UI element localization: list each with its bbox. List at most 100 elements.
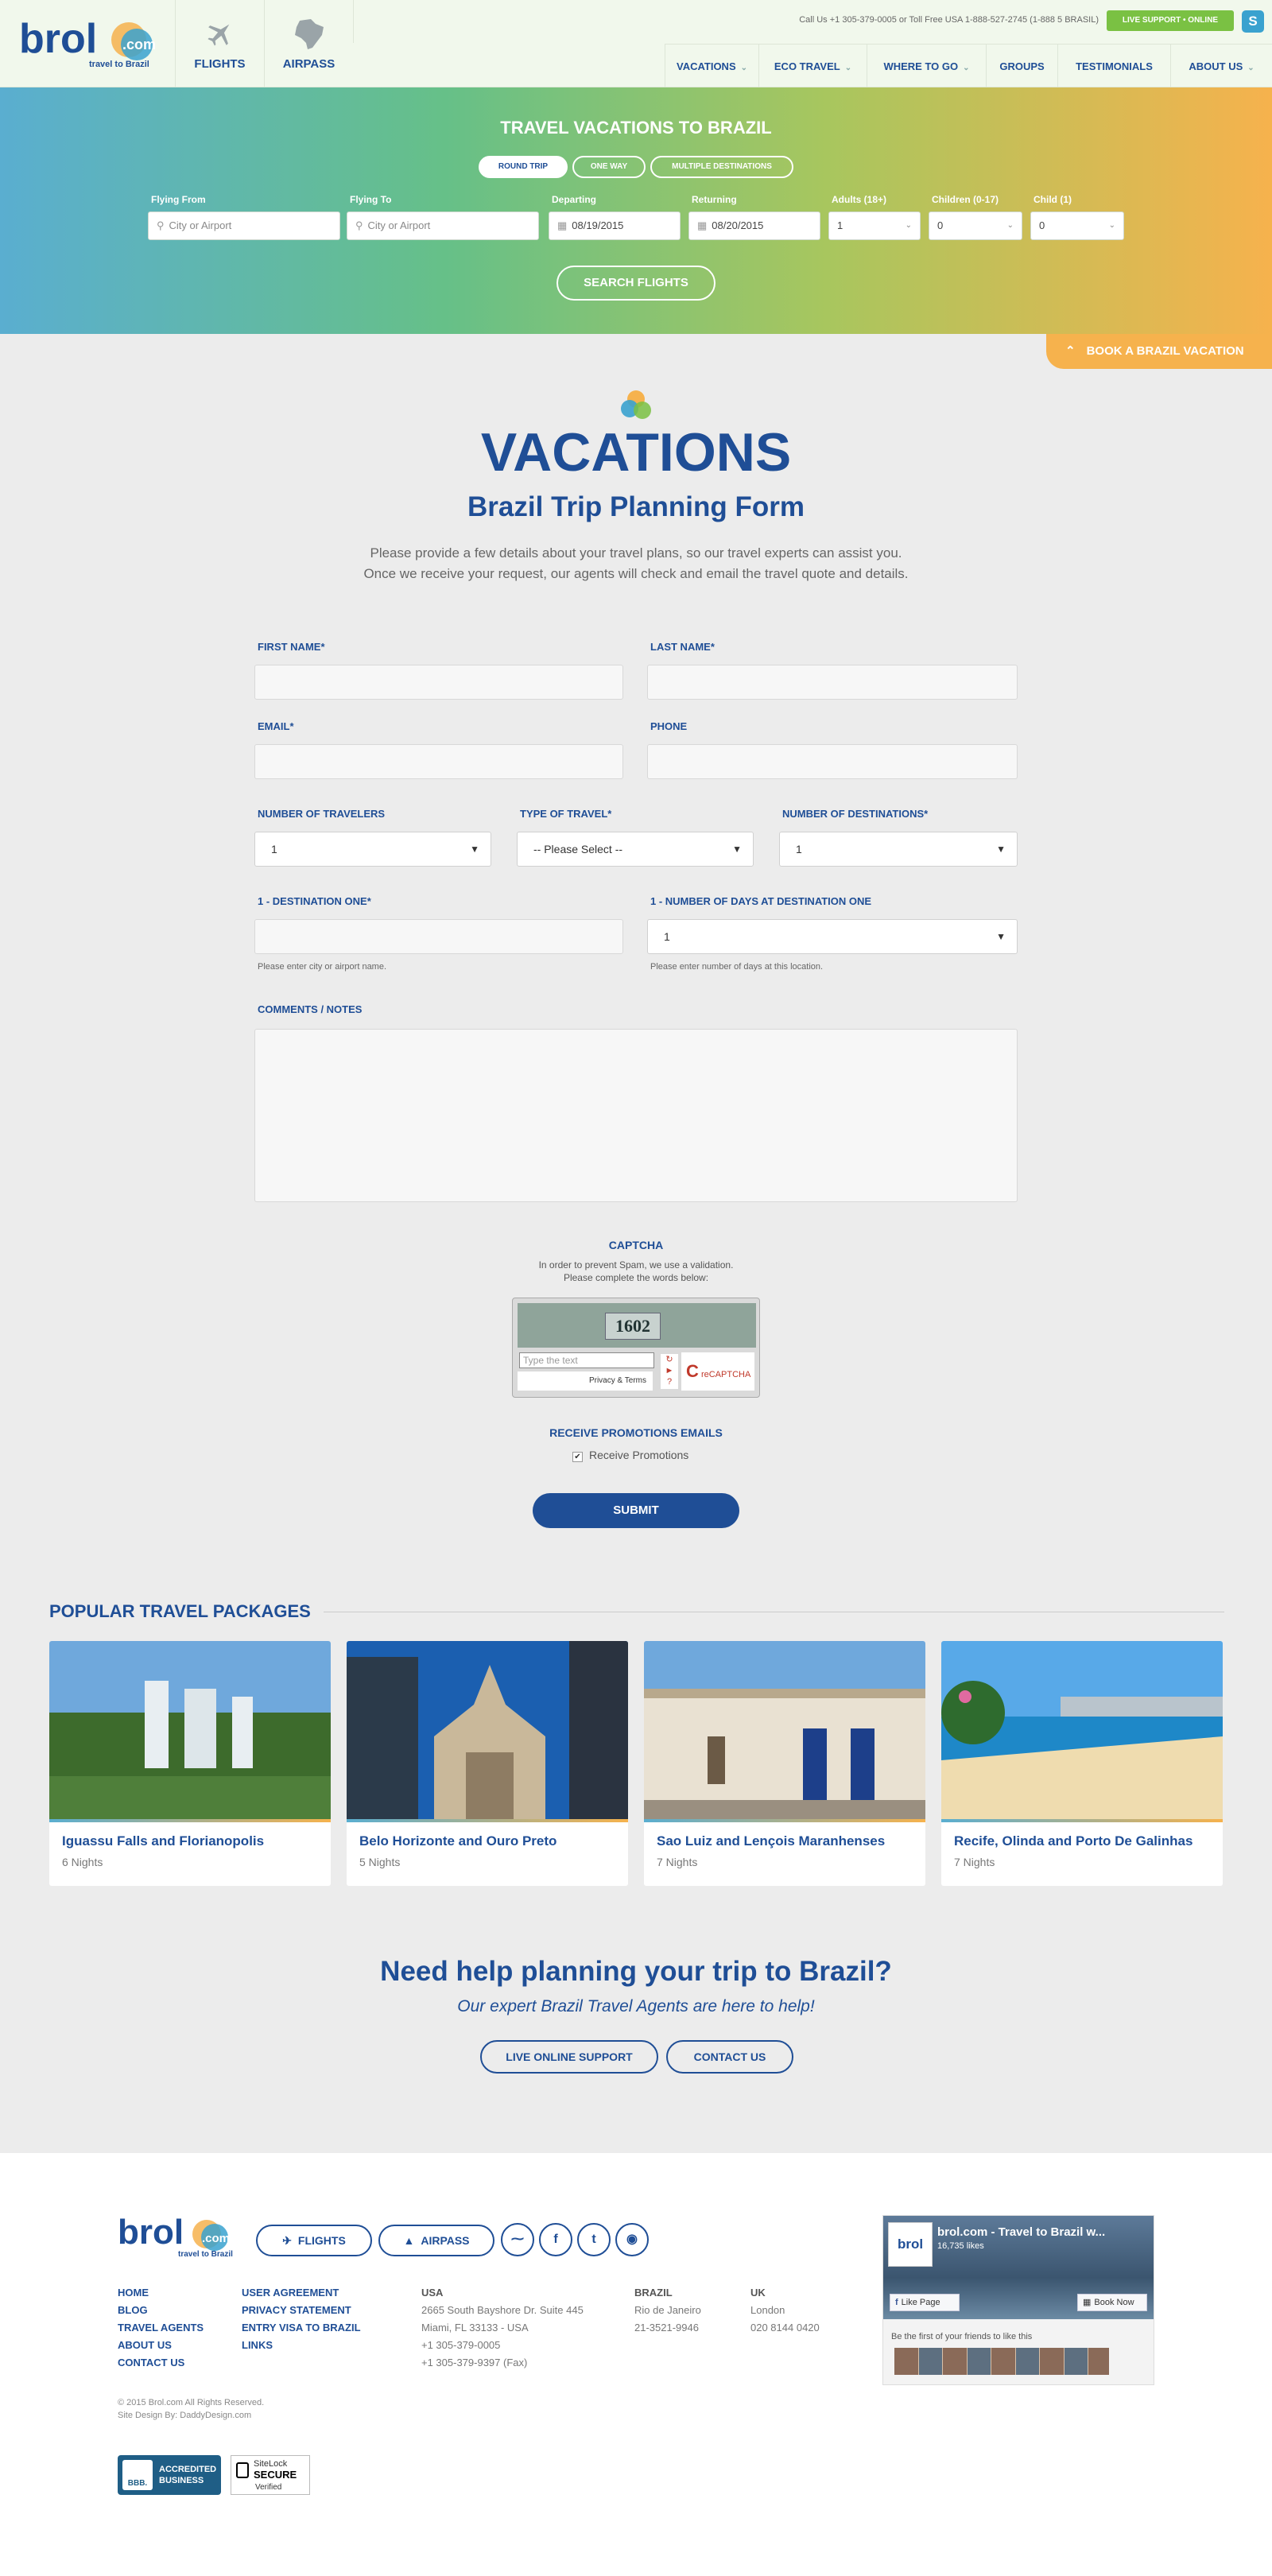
site-design-credit[interactable]: Site Design By: DaddyDesign.com xyxy=(118,2411,251,2420)
captcha-image: 1602 xyxy=(518,1303,756,1348)
facebook-book-now-button[interactable]: ▦ Book Now xyxy=(1077,2294,1147,2311)
brol-logo[interactable]: brol .com travel to Brazil xyxy=(17,14,161,73)
intro-text: Once we receive your request, our agents… xyxy=(363,566,909,581)
package-photo xyxy=(49,1641,331,1819)
captcha-controls[interactable]: ↻ ►? xyxy=(661,1354,678,1389)
submit-button[interactable]: SUBMIT xyxy=(533,1493,739,1528)
rss-icon[interactable]: ⁓ xyxy=(501,2223,534,2256)
travel-type-select[interactable]: -- Please Select -- ▼ xyxy=(517,832,754,867)
travel-type-label: TYPE OF TRAVEL* xyxy=(520,808,612,820)
sitelock-badge[interactable]: SiteLock SECURE Verified xyxy=(231,2455,310,2495)
brazil-map-icon: ▲ xyxy=(403,2234,415,2247)
dropdown-arrow-icon: ▼ xyxy=(470,844,479,855)
footer-link-user-agreement[interactable]: USER AGREEMENT xyxy=(242,2287,339,2299)
comments-label: COMMENTS / NOTES xyxy=(258,1003,363,1015)
captcha-privacy-link[interactable]: Privacy & Terms xyxy=(518,1371,653,1391)
nav-groups[interactable]: GROUPS xyxy=(986,45,1057,88)
office-brazil-line: Rio de Janeiro xyxy=(634,2304,701,2316)
nav-where-to-go[interactable]: WHERE TO GO ⌄ xyxy=(867,45,986,88)
footer-flights-button[interactable]: ✈ FLIGHTS xyxy=(256,2225,372,2256)
travelers-select[interactable]: 1 ▼ xyxy=(254,832,491,867)
twitter-icon[interactable]: t xyxy=(577,2223,611,2256)
destination-one-field[interactable] xyxy=(254,919,623,954)
live-support-button[interactable]: LIVE SUPPORT • ONLINE xyxy=(1107,10,1234,31)
footer-link-links[interactable]: LINKS xyxy=(242,2339,273,2351)
nav-testimonials[interactable]: TESTIMONIALS xyxy=(1057,45,1170,88)
site-header: brol .com travel to Brazil FLIGHTS AIRPA… xyxy=(0,0,1272,88)
bbb-badge[interactable]: BBB. ACCREDITED BUSINESS xyxy=(118,2455,221,2495)
package-nights: 7 Nights xyxy=(657,1856,698,1868)
destinations-select[interactable]: 1 ▼ xyxy=(779,832,1018,867)
bbb-text: ACCREDITED xyxy=(159,2465,217,2474)
returning-date-input[interactable]: ▦ 08/20/2015 xyxy=(688,211,820,240)
nav-eco-travel[interactable]: ECO TRAVEL ⌄ xyxy=(758,45,867,88)
flying-to-input[interactable]: ⚲ City or Airport xyxy=(347,211,539,240)
date-value: 08/19/2015 xyxy=(572,219,624,231)
trip-type-multiple[interactable]: MULTIPLE DESTINATIONS xyxy=(650,156,793,178)
footer-link-contact-us[interactable]: CONTACT US xyxy=(118,2357,184,2368)
live-online-support-button[interactable]: LIVE ONLINE SUPPORT xyxy=(480,2040,658,2074)
footer-link-about-us[interactable]: ABOUT US xyxy=(118,2339,172,2351)
trip-type-one-way[interactable]: ONE WAY xyxy=(572,156,646,178)
search-flights-button[interactable]: SEARCH FLIGHTS xyxy=(556,266,716,301)
departing-label: Departing xyxy=(552,194,597,205)
copyright: © 2015 Brol.com All Rights Reserved. xyxy=(118,2398,265,2407)
select-value: 1 xyxy=(837,219,843,231)
child-select[interactable]: 0 ⌄ xyxy=(1030,211,1124,240)
last-name-field[interactable] xyxy=(647,665,1018,700)
chevron-down-icon: ⌄ xyxy=(1108,221,1115,230)
footer-link-home[interactable]: HOME xyxy=(118,2287,149,2299)
phone-field[interactable] xyxy=(647,744,1018,779)
office-brazil-line: 21-3521-9946 xyxy=(634,2322,699,2334)
flying-from-input[interactable]: ⚲ City or Airport xyxy=(148,211,340,240)
promotions-checkbox-row[interactable]: ✔ Receive Promotions xyxy=(572,1449,763,1462)
package-card[interactable]: Belo Horizonte and Ouro Preto 5 Nights xyxy=(347,1641,628,1886)
office-usa-line: +1 305-379-0005 xyxy=(421,2339,501,2351)
footer-link-blog[interactable]: BLOG xyxy=(118,2304,148,2316)
nav-vacations[interactable]: VACATIONS ⌄ xyxy=(665,45,758,88)
package-card[interactable]: Recife, Olinda and Porto De Galinhas 7 N… xyxy=(941,1641,1223,1886)
package-nights: 7 Nights xyxy=(954,1856,995,1868)
days-select[interactable]: 1 ▼ xyxy=(647,919,1018,954)
footer-airpass-button[interactable]: ▲ AIRPASS xyxy=(378,2225,494,2256)
trip-type-round-trip[interactable]: ROUND TRIP xyxy=(479,156,568,178)
facebook-like-page-button[interactable]: f Like Page xyxy=(890,2294,960,2311)
travelers-label: NUMBER OF TRAVELERS xyxy=(258,808,386,820)
phone-label: PHONE xyxy=(650,720,688,732)
facebook-page-widget[interactable]: brol brol.com - Travel to Brazil w... 16… xyxy=(882,2215,1154,2385)
chevron-down-icon: ⌄ xyxy=(740,64,748,72)
package-card[interactable]: Sao Luiz and Lençois Maranhenses 7 Night… xyxy=(644,1641,925,1886)
captcha-input[interactable]: Type the text xyxy=(519,1352,654,1368)
footer-link-travel-agents[interactable]: TRAVEL AGENTS xyxy=(118,2322,204,2334)
book-vacation-tab[interactable]: ⌃ BOOK A BRAZIL VACATION xyxy=(1046,334,1272,369)
children-select[interactable]: 0 ⌄ xyxy=(929,211,1022,240)
nav-label: GROUPS xyxy=(999,60,1045,72)
instagram-icon[interactable]: ◉ xyxy=(615,2223,649,2256)
first-name-field[interactable] xyxy=(254,665,623,700)
nav-about-us[interactable]: ABOUT US ⌄ xyxy=(1170,45,1272,88)
facebook-page-name[interactable]: brol.com - Travel to Brazil w... xyxy=(937,2225,1105,2239)
footer-link-privacy[interactable]: PRIVACY STATEMENT xyxy=(242,2304,351,2316)
contact-us-button[interactable]: CONTACT US xyxy=(666,2040,793,2074)
skype-icon[interactable]: S xyxy=(1242,10,1264,33)
nav-tile-flights[interactable]: FLIGHTS xyxy=(175,0,264,87)
footer-link-entry-visa[interactable]: ENTRY VISA TO BRAZIL xyxy=(242,2322,361,2334)
adults-select[interactable]: 1 ⌄ xyxy=(828,211,921,240)
nav-label: WHERE TO GO xyxy=(883,60,959,72)
flying-to-label: Flying To xyxy=(350,194,392,205)
email-field[interactable] xyxy=(254,744,623,779)
footer-logo[interactable]: brol .com travel to Brazil xyxy=(118,2212,237,2261)
dropdown-arrow-icon: ▼ xyxy=(996,844,1006,855)
facebook-icon[interactable]: f xyxy=(539,2223,572,2256)
button-label: Book Now xyxy=(1094,2298,1134,2307)
departing-date-input[interactable]: ▦ 08/19/2015 xyxy=(549,211,681,240)
comments-textarea[interactable] xyxy=(254,1029,1018,1202)
nav-label: ABOUT US xyxy=(1189,60,1243,72)
package-card[interactable]: Iguassu Falls and Florianopolis 6 Nights xyxy=(49,1641,331,1886)
card-stripe xyxy=(49,1819,331,1822)
checkbox-checked-icon[interactable]: ✔ xyxy=(572,1452,583,1462)
nav-tile-airpass[interactable]: AIRPASS xyxy=(264,0,353,87)
select-value: 1 xyxy=(796,843,802,855)
returning-label: Returning xyxy=(692,194,737,205)
chevron-down-icon: ⌄ xyxy=(905,221,912,230)
